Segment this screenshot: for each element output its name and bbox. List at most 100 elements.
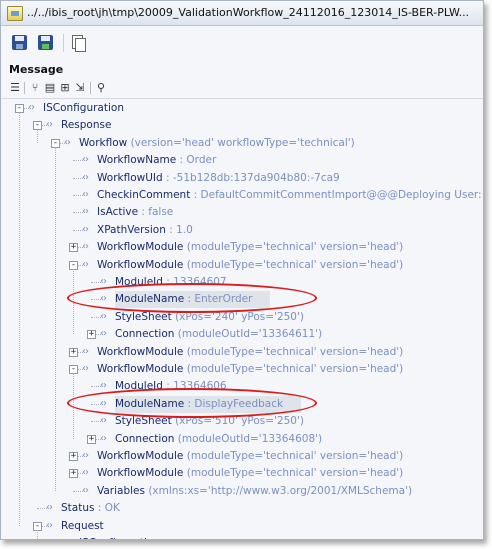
element-name: Status bbox=[61, 502, 95, 515]
xml-element-icon bbox=[100, 329, 110, 339]
subtoolbar-separator bbox=[24, 82, 25, 94]
tree-row[interactable]: Variables (xmlns:xs='http://www.w3.org/2… bbox=[1, 483, 483, 500]
tree-row[interactable]: IsActive : false bbox=[1, 204, 483, 221]
tree-row[interactable]: + WorkflowModule (moduleType='technical' … bbox=[1, 239, 483, 256]
element-name: WorkflowModule bbox=[97, 241, 184, 254]
section-label: Message bbox=[9, 63, 64, 76]
element-name: WorkflowModule bbox=[97, 258, 184, 271]
xml-element-icon bbox=[46, 503, 56, 513]
expand-toggle[interactable]: + bbox=[69, 243, 78, 253]
value-separator: : bbox=[176, 154, 187, 167]
tree-guide-line bbox=[19, 112, 20, 526]
save-all-icon[interactable] bbox=[37, 34, 55, 52]
expand-toggle[interactable]: + bbox=[87, 434, 96, 444]
element-attributes: (xmlns:xs='http://www.w3.org/2001/XMLSch… bbox=[148, 484, 413, 497]
node-label: Request bbox=[61, 518, 104, 535]
xml-viewer-window: ../../ibis_root\jh\tmp\20009_ValidationW… bbox=[0, 0, 484, 540]
tree-row[interactable]: XPathVersion : 1.0 bbox=[1, 222, 483, 239]
save-icon[interactable] bbox=[11, 34, 29, 52]
toolbar-separator bbox=[63, 34, 64, 52]
xml-element-icon bbox=[82, 364, 92, 374]
tree-row[interactable]: CheckinComment : DefaultCommitCommentImp… bbox=[1, 187, 483, 204]
element-attributes: (moduleType='technical' version='head') bbox=[186, 241, 404, 254]
xml-element-icon bbox=[82, 486, 92, 496]
element-attributes: (moduleType='technical' version='head') bbox=[186, 450, 404, 462]
value-separator: : bbox=[138, 206, 149, 219]
node-label: CheckinComment : DefaultCommitCommentImp… bbox=[97, 187, 483, 204]
list-icon[interactable]: ☰ bbox=[9, 81, 21, 94]
xml-element-icon bbox=[100, 434, 110, 444]
element-attributes: (moduleType='technical' version='head') bbox=[186, 363, 404, 375]
element-name: XPathVersion bbox=[97, 223, 166, 236]
element-name: ISConfiguration bbox=[79, 537, 160, 539]
node-label: WorkflowModule (moduleType='technical' v… bbox=[97, 239, 403, 256]
subtoolbar-separator bbox=[90, 82, 91, 94]
tree-guide-line bbox=[37, 529, 38, 539]
xml-element-icon bbox=[82, 207, 92, 217]
xml-element-icon bbox=[82, 347, 92, 357]
tree-row[interactable]: Status : OK bbox=[1, 500, 483, 517]
element-value: OK bbox=[104, 502, 120, 515]
copy-icon[interactable] bbox=[69, 34, 87, 52]
xml-element-icon bbox=[28, 103, 38, 113]
node-label: Connection (moduleOutId='13364608') bbox=[115, 431, 322, 448]
expand-toggle[interactable]: + bbox=[69, 347, 78, 357]
tree-row[interactable]: + WorkflowModule (moduleType='technical' … bbox=[1, 465, 483, 482]
annotation-ellipse bbox=[67, 387, 317, 418]
xml-element-icon bbox=[64, 138, 74, 148]
title-bar[interactable]: ../../ibis_root\jh\tmp\20009_ValidationW… bbox=[1, 1, 483, 26]
element-name: Connection bbox=[115, 328, 175, 341]
document-icon[interactable]: ▤ bbox=[44, 81, 56, 94]
xml-element-icon bbox=[82, 190, 92, 200]
expand-toggle[interactable]: + bbox=[69, 452, 78, 461]
xml-element-icon bbox=[82, 155, 92, 165]
expand-toggle[interactable]: + bbox=[69, 469, 78, 479]
expand-toggle[interactable]: + bbox=[87, 330, 96, 340]
tree-row[interactable]: -Request bbox=[1, 518, 483, 535]
xml-element-icon bbox=[46, 120, 56, 130]
tree-row[interactable]: + WorkflowModule (moduleType='technical' … bbox=[1, 344, 483, 361]
xml-element-icon bbox=[100, 312, 110, 322]
search-icon[interactable]: ⚲ bbox=[95, 81, 107, 94]
xml-element-icon bbox=[46, 521, 56, 531]
element-name: IsActive bbox=[97, 206, 139, 219]
value-separator: : bbox=[94, 502, 105, 515]
xml-element-icon bbox=[100, 381, 110, 391]
node-label: Response bbox=[61, 117, 111, 134]
tree-row[interactable]: + WorkflowModule (moduleType='technical' … bbox=[1, 448, 483, 465]
node-label: WorkflowModule (moduleType='technical' v… bbox=[97, 465, 403, 482]
element-name: Response bbox=[61, 119, 112, 132]
xml-element-icon bbox=[82, 173, 92, 183]
node-label: WorkflowName : Order bbox=[97, 152, 216, 169]
tree-row[interactable]: -Response bbox=[1, 117, 483, 134]
window-title: ../../ibis_root\jh\tmp\20009_ValidationW… bbox=[27, 6, 470, 19]
message-toolbar: ☰ ⑂ ▤ ⊞ ⇲ ⚲ bbox=[1, 78, 483, 99]
element-name: Workflow bbox=[79, 136, 128, 149]
xml-icon[interactable]: ⊞ bbox=[59, 81, 71, 94]
tree-row[interactable]: WorkflowName : Order bbox=[1, 152, 483, 169]
window-icon bbox=[7, 6, 23, 21]
tree-row[interactable]: -ISConfiguration bbox=[1, 100, 483, 117]
tree-row[interactable]: -Workflow (version='head' workflowType='… bbox=[1, 135, 483, 152]
element-attributes: (version='head' workflowType='technical'… bbox=[130, 136, 355, 149]
tree-row[interactable]: -ISConfiguration bbox=[1, 535, 483, 539]
export-icon[interactable]: ⇲ bbox=[74, 81, 86, 94]
xml-element-icon bbox=[82, 468, 92, 478]
toolbar bbox=[1, 26, 483, 60]
tree-row[interactable]: WorkflowUId : -51b128db:137da904b80:-7ca… bbox=[1, 170, 483, 187]
value-separator: : bbox=[190, 189, 201, 201]
element-name: CheckinComment bbox=[97, 189, 191, 201]
element-value: 1.0 bbox=[176, 223, 193, 236]
xml-element-icon bbox=[100, 416, 110, 426]
node-label: ISConfiguration bbox=[79, 535, 160, 539]
node-label: WorkflowModule (moduleType='technical' v… bbox=[97, 448, 403, 465]
xml-element-icon bbox=[82, 225, 92, 235]
value-separator: : bbox=[165, 223, 177, 236]
element-name: WorkflowUId bbox=[97, 171, 163, 184]
tree-guide-line bbox=[37, 129, 38, 143]
element-name: Connection bbox=[115, 432, 175, 445]
element-name: WorkflowModule bbox=[97, 467, 184, 480]
element-attributes: (moduleOutId='13364608') bbox=[177, 432, 323, 445]
element-attributes: (moduleType='technical' version='head') bbox=[186, 258, 404, 271]
tree-icon[interactable]: ⑂ bbox=[29, 81, 41, 94]
